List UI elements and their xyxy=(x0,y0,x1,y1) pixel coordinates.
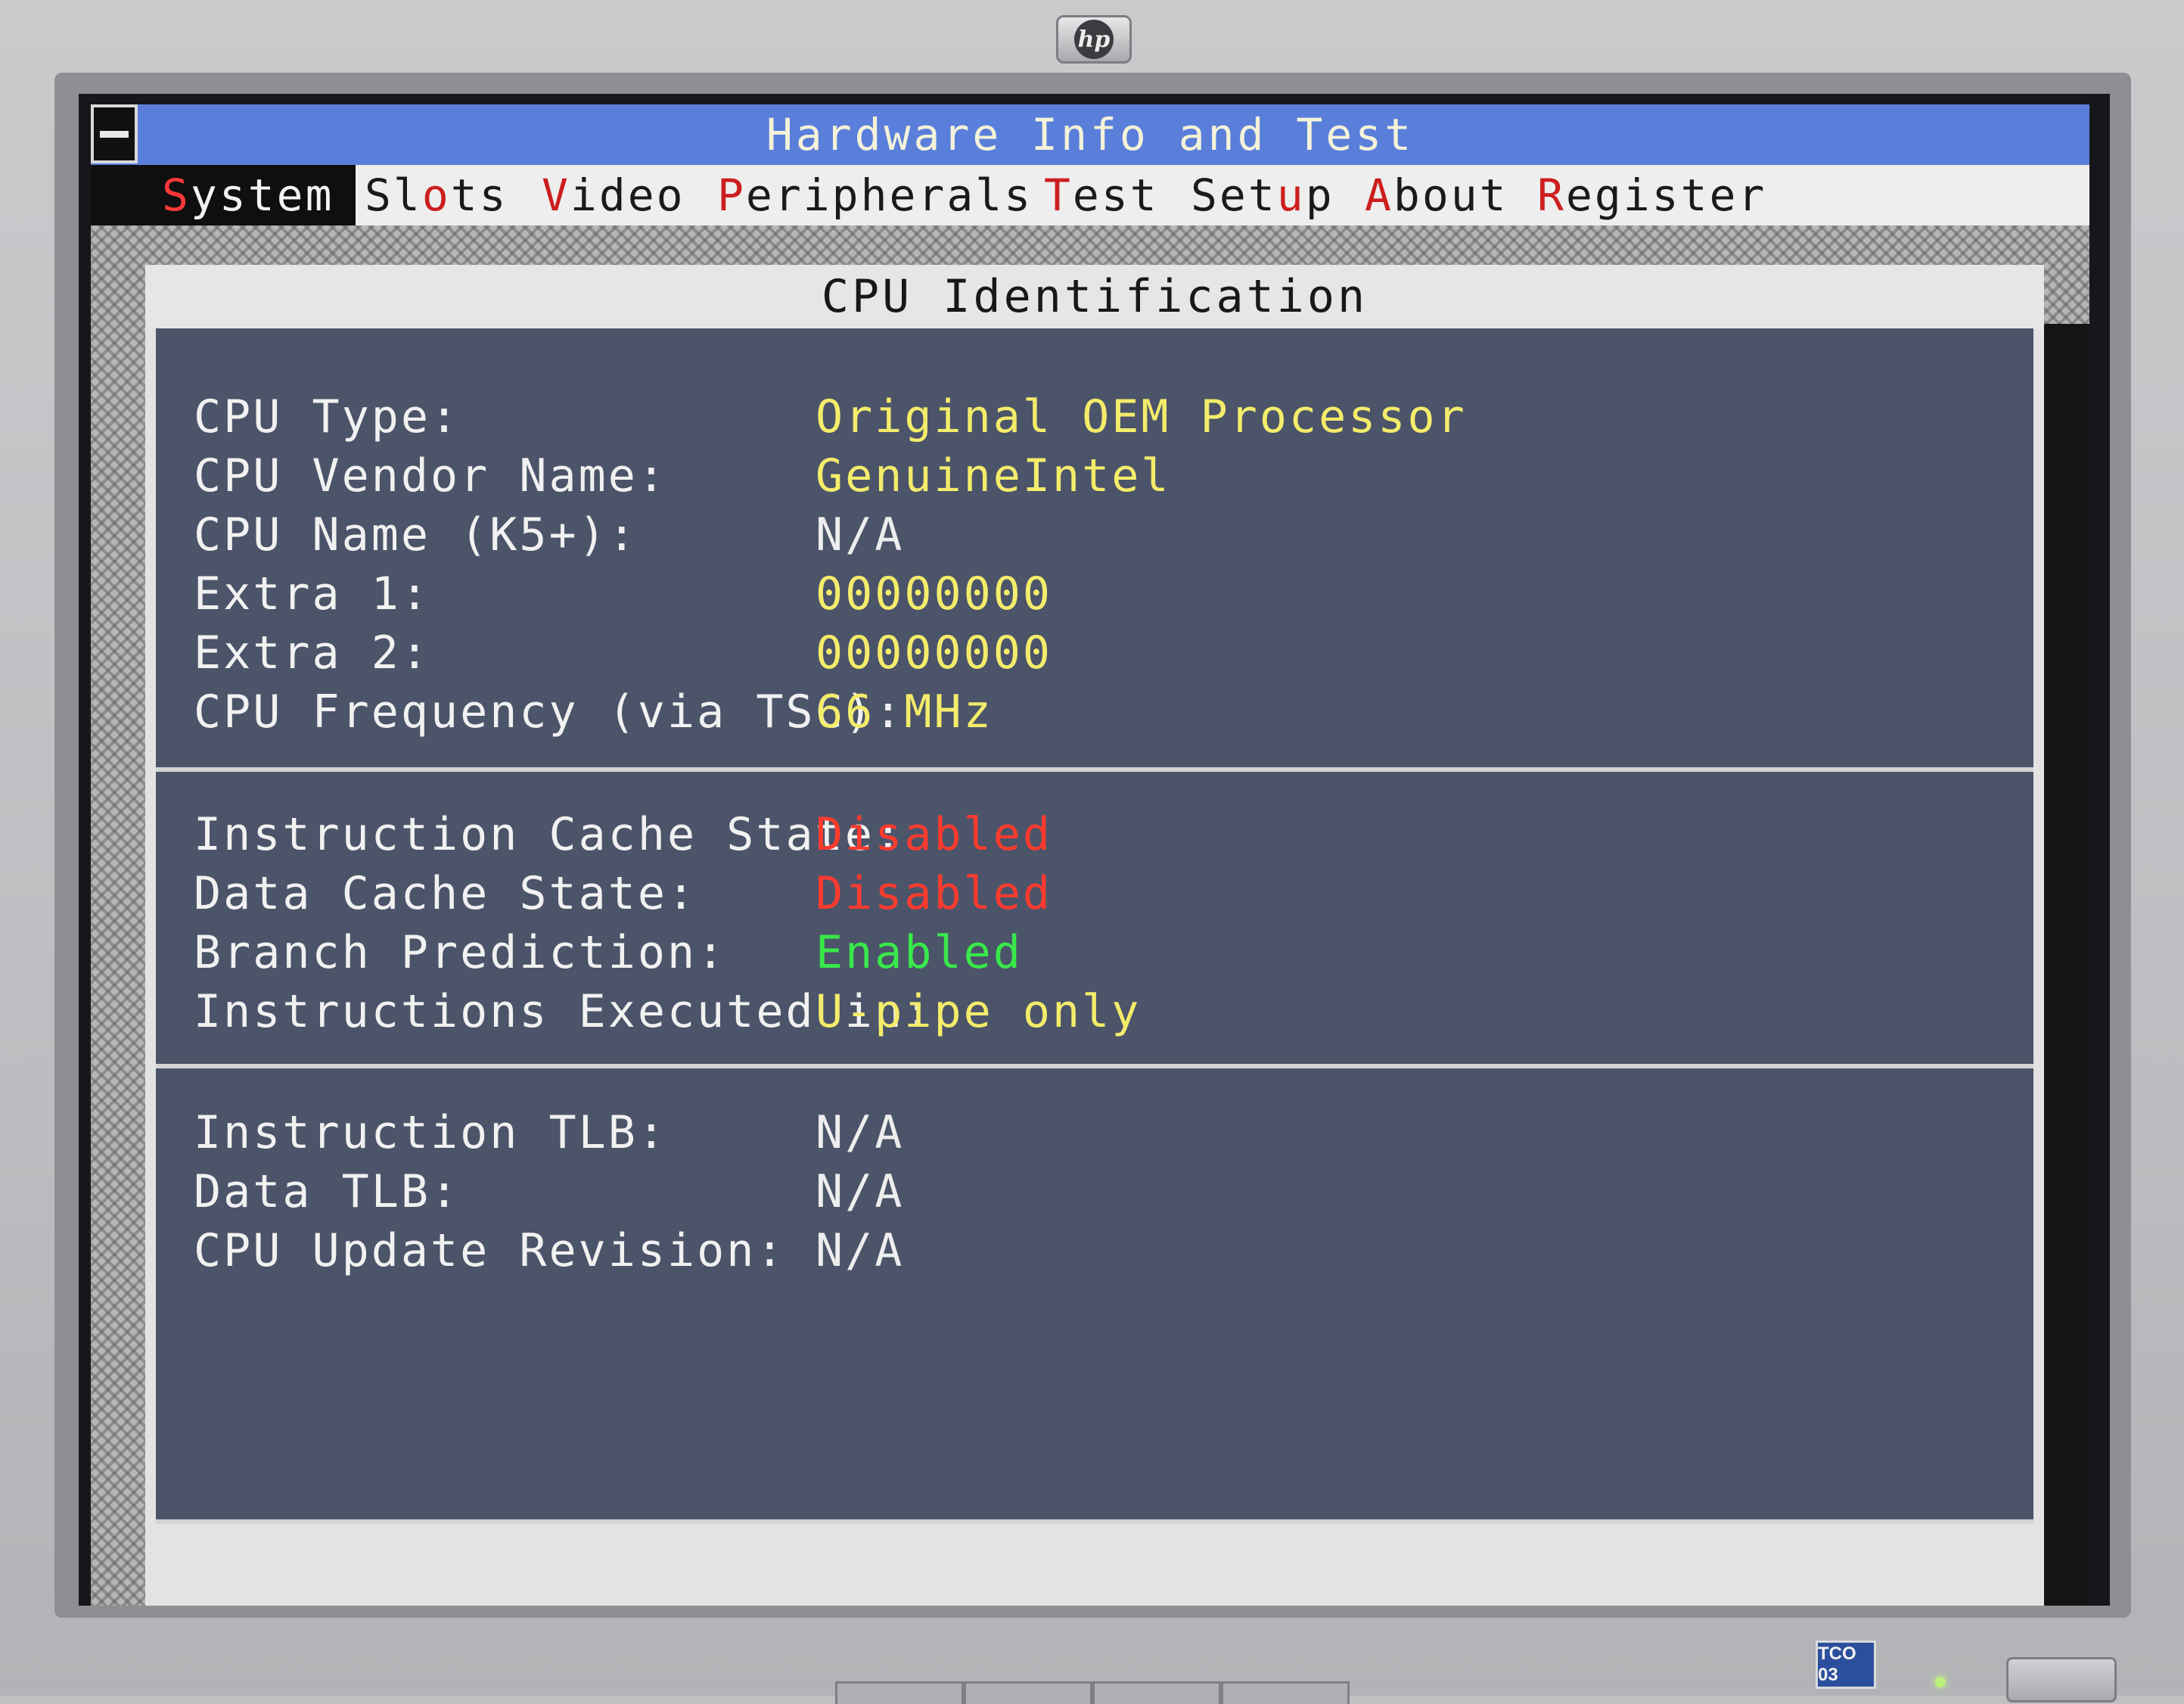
info-value: N/A xyxy=(816,1106,905,1159)
section-divider xyxy=(156,1064,2033,1068)
menu-hotkey: u xyxy=(1276,169,1306,221)
panel-title: CPU Identification xyxy=(145,265,2044,328)
info-value: N/A xyxy=(816,508,905,561)
hp-logo-mark: hp xyxy=(1074,20,1114,59)
panel-bottom-border xyxy=(156,1519,2033,1524)
menu-slots[interactable]: Sl o ts xyxy=(365,165,508,225)
info-value: N/A xyxy=(816,1224,905,1277)
menu-about[interactable]: About xyxy=(1365,165,1508,225)
menu-label: p xyxy=(1305,169,1334,221)
info-row: Branch Prediction: Enabled xyxy=(156,926,2033,985)
info-value: U-pipe only xyxy=(816,985,1142,1038)
menu-hotkey: S xyxy=(162,169,191,221)
menu-test[interactable]: Test xyxy=(1044,165,1159,225)
power-led-icon xyxy=(1935,1677,1946,1687)
menu-setup[interactable]: Set u p xyxy=(1191,165,1334,225)
info-value: 00000000 xyxy=(816,627,1052,679)
window-title: Hardware Info and Test xyxy=(766,109,1415,160)
menu-hotkey: V xyxy=(542,169,570,221)
menu-label: bout xyxy=(1393,169,1508,221)
info-value: 00000000 xyxy=(816,567,1052,620)
info-row: Extra 2: 00000000 xyxy=(156,627,2033,686)
info-label: Data TLB: xyxy=(194,1165,461,1218)
menu-hotkey: A xyxy=(1365,169,1393,221)
info-value: Enabled xyxy=(816,926,1023,979)
info-label: CPU Type: xyxy=(194,390,461,443)
info-label: Instruction TLB: xyxy=(194,1106,667,1159)
info-row: Data TLB: N/A xyxy=(156,1165,2033,1224)
cpu-identification-panel: CPU Identification CPU Type: Original OE… xyxy=(145,265,2044,1606)
info-label: Extra 2: xyxy=(194,627,430,679)
menu-label: ystem xyxy=(190,169,334,221)
menu-label: Sl xyxy=(365,169,422,221)
info-row: Extra 1: 00000000 xyxy=(156,567,2033,627)
menu-hotkey: P xyxy=(717,169,746,221)
info-row: Instruction Cache State: Disabled xyxy=(156,808,2033,867)
menu-hotkey: o xyxy=(421,169,451,221)
tco-badge: TCO 03 xyxy=(1816,1640,1876,1689)
power-button[interactable] xyxy=(2006,1657,2117,1702)
info-row: Instructions Executed in: U-pipe only xyxy=(156,985,2033,1044)
front-button-4[interactable] xyxy=(1221,1681,1350,1704)
info-value: GenuineIntel xyxy=(816,449,1171,502)
info-value: 66 MHz xyxy=(816,686,993,739)
info-label: Data Cache State: xyxy=(194,867,697,920)
info-row: Data Cache State: Disabled xyxy=(156,867,2033,926)
info-value: Original OEM Processor xyxy=(816,390,1467,443)
menu-label: ideo xyxy=(570,169,685,221)
menu-label: eripherals xyxy=(745,169,1033,221)
info-label: Extra 1: xyxy=(194,567,430,620)
panel-body: CPU Type: Original OEM Processor CPU Ven… xyxy=(156,328,2033,1524)
hp-logo: hp xyxy=(1056,15,1132,64)
info-row: CPU Update Revision: N/A xyxy=(156,1224,2033,1283)
menu-peripherals[interactable]: Peripherals xyxy=(717,165,1033,225)
panel-shadow xyxy=(2044,324,2089,1606)
menu-label: Set xyxy=(1191,169,1277,221)
info-row: Instruction TLB: N/A xyxy=(156,1106,2033,1165)
info-label: CPU Frequency (via TSC): xyxy=(194,686,904,739)
info-row: CPU Name (K5+): N/A xyxy=(156,508,2033,567)
menu-label: est xyxy=(1072,169,1159,221)
info-row: CPU Frequency (via TSC): 66 MHz xyxy=(156,686,2033,745)
front-button-2[interactable] xyxy=(964,1681,1092,1704)
menu-label: ts xyxy=(450,169,508,221)
info-label: CPU Name (K5+): xyxy=(194,508,638,561)
menu-video[interactable]: Video xyxy=(542,165,685,225)
info-value: N/A xyxy=(816,1165,905,1218)
menu-label: egister xyxy=(1565,169,1767,221)
info-label: CPU Vendor Name: xyxy=(194,449,667,502)
menu-hotkey: R xyxy=(1537,169,1566,221)
info-label: Instruction Cache State: xyxy=(194,808,904,861)
dos-screen: Hardware Info and Test System Sl o ts Vide… xyxy=(91,104,2089,1606)
info-label: CPU Update Revision: xyxy=(194,1224,786,1277)
front-button-1[interactable] xyxy=(835,1681,964,1704)
info-row: CPU Vendor Name: GenuineIntel xyxy=(156,449,2033,508)
info-value: Disabled xyxy=(816,867,1052,920)
info-label: Branch Prediction: xyxy=(194,926,727,979)
menu-hotkey: T xyxy=(1044,169,1073,221)
title-bar: Hardware Info and Test xyxy=(91,104,2089,165)
info-row: CPU Type: Original OEM Processor xyxy=(156,390,2033,449)
menu-register[interactable]: Register xyxy=(1537,165,1766,225)
info-value: Disabled xyxy=(816,808,1052,861)
system-menu-icon[interactable] xyxy=(91,104,138,163)
section-divider xyxy=(156,767,2033,772)
menu-system[interactable]: System xyxy=(141,165,356,225)
front-button-3[interactable] xyxy=(1092,1681,1221,1704)
